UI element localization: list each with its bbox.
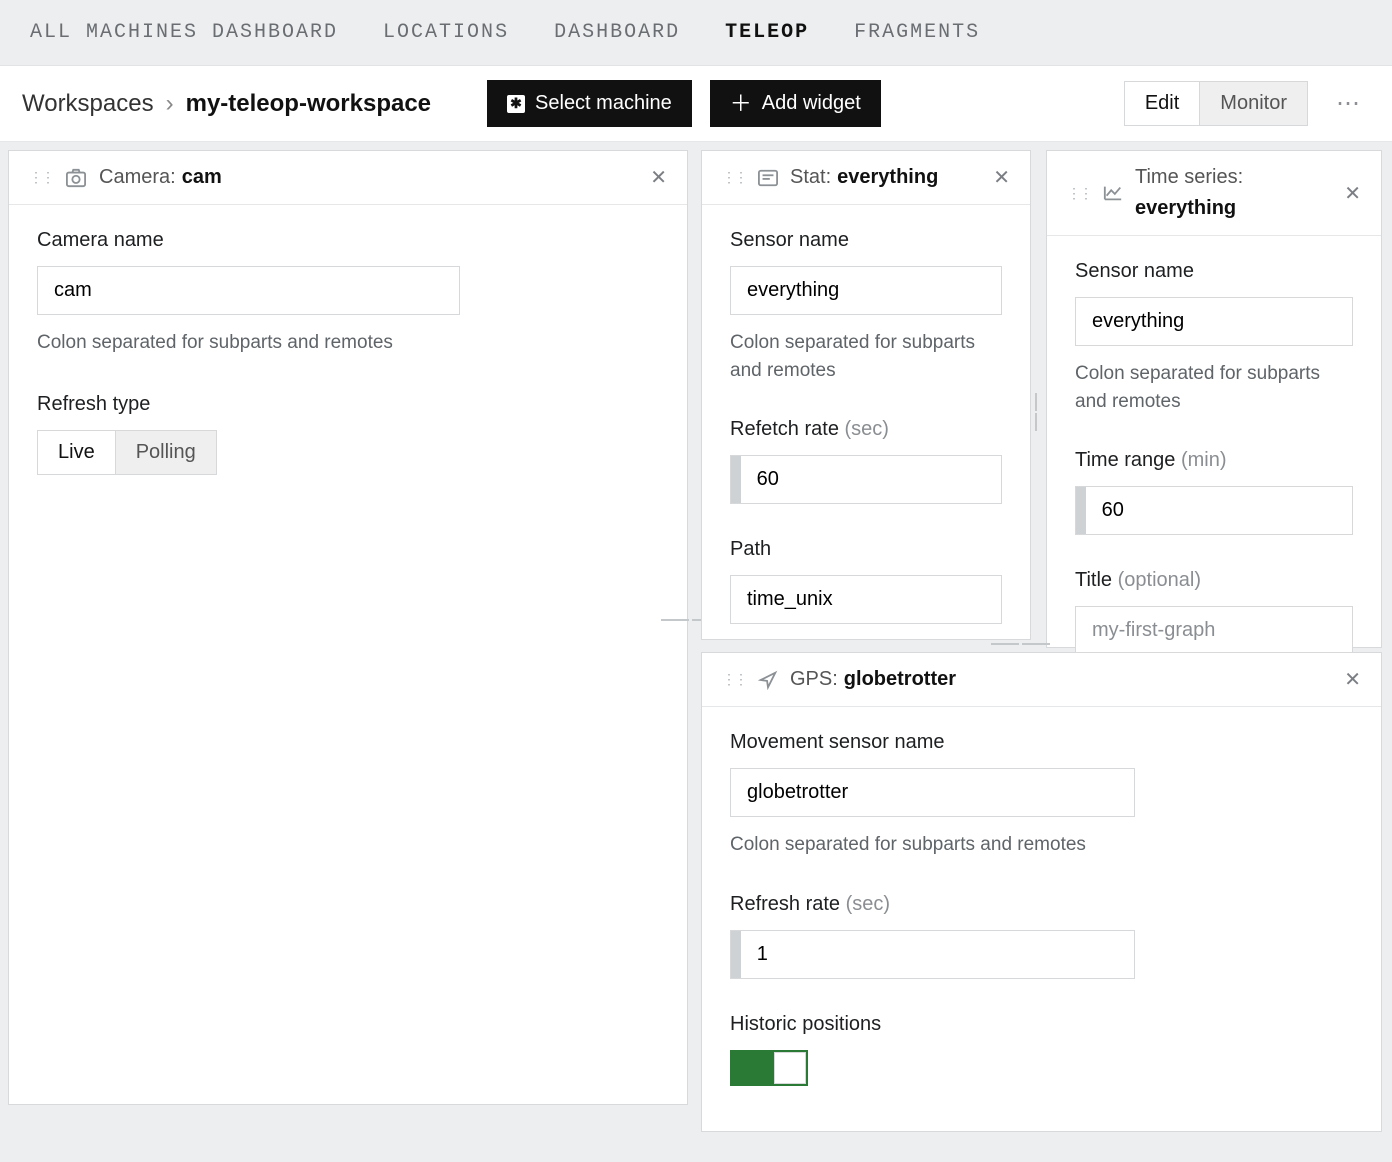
resize-handle-vertical[interactable] xyxy=(1033,387,1039,437)
stat-icon xyxy=(758,169,778,187)
camera-widget-body: Camera name Colon separated for subparts… xyxy=(9,205,687,499)
camera-widget-header: ⋮⋮ Camera: cam ✕ xyxy=(9,151,687,205)
gps-widget-body: Movement sensor name Colon separated for… xyxy=(702,707,1381,1110)
nav-all-machines[interactable]: ALL MACHINES DASHBOARD xyxy=(30,21,338,44)
edit-mode-button[interactable]: Edit xyxy=(1125,82,1199,125)
stat-rate-label: Refetch rate (sec) xyxy=(730,418,1002,441)
gps-widget-header: ⋮⋮ GPS: globetrotter ✕ xyxy=(702,653,1381,707)
refresh-type-label: Refresh type xyxy=(37,393,659,416)
select-machine-label: Select machine xyxy=(535,92,672,115)
input-accent-bar xyxy=(1076,487,1086,534)
historic-positions-toggle[interactable] xyxy=(730,1050,808,1086)
drag-handle-icon[interactable]: ⋮⋮ xyxy=(29,169,53,186)
close-icon[interactable]: ✕ xyxy=(650,165,667,190)
stat-widget: ⋮⋮ Stat: everything ✕ Sensor name Colon … xyxy=(701,150,1031,640)
more-menu-icon[interactable]: ⋯ xyxy=(1326,89,1370,118)
input-accent-bar xyxy=(731,931,741,978)
camera-widget-title: Camera: cam xyxy=(99,166,222,189)
input-accent-bar xyxy=(731,456,741,503)
stat-name-label: Sensor name xyxy=(730,229,1002,252)
nav-locations[interactable]: LOCATIONS xyxy=(383,21,509,44)
stat-path-input[interactable] xyxy=(730,575,1002,624)
timeseries-widget-header: ⋮⋮ Time series: everything ✕ xyxy=(1047,151,1381,236)
refresh-type-toggle: Live Polling xyxy=(37,430,217,475)
gps-rate-input-wrapper xyxy=(730,930,1135,979)
ts-name-help: Colon separated for subparts and remotes xyxy=(1075,360,1353,415)
timeseries-widget-body: Sensor name Colon separated for subparts… xyxy=(1047,236,1381,679)
stat-widget-header: ⋮⋮ Stat: everything ✕ xyxy=(702,151,1030,205)
mode-toggle: Edit Monitor xyxy=(1124,81,1308,126)
camera-name-input[interactable] xyxy=(37,266,460,315)
add-widget-label: Add widget xyxy=(762,92,861,115)
nav-fragments[interactable]: FRAGMENTS xyxy=(854,21,980,44)
chart-icon xyxy=(1103,184,1123,202)
drag-handle-icon[interactable]: ⋮⋮ xyxy=(722,671,746,688)
add-widget-button[interactable]: ＋ Add widget xyxy=(710,80,881,127)
gps-historic-label: Historic positions xyxy=(730,1013,1353,1036)
stat-rate-input[interactable] xyxy=(741,456,1001,503)
gps-name-label: Movement sensor name xyxy=(730,731,1353,754)
stat-rate-input-wrapper xyxy=(730,455,1002,504)
header-bar: Workspaces › my-teleop-workspace ✱ Selec… xyxy=(0,66,1392,142)
stat-path-label: Path xyxy=(730,538,1002,561)
ts-title-label: Title (optional) xyxy=(1075,569,1353,592)
nav-teleop[interactable]: TELEOP xyxy=(725,21,809,44)
stat-widget-body: Sensor name Colon separated for subparts… xyxy=(702,205,1030,648)
gps-rate-label: Refresh rate (sec) xyxy=(730,893,1353,916)
breadcrumb-separator: › xyxy=(166,90,174,118)
refresh-polling-button[interactable]: Polling xyxy=(115,431,216,474)
gps-widget-title: GPS: globetrotter xyxy=(790,668,956,691)
toggle-knob xyxy=(774,1052,806,1084)
location-arrow-icon xyxy=(758,670,778,690)
ts-name-input[interactable] xyxy=(1075,297,1353,346)
gps-name-input[interactable] xyxy=(730,768,1135,817)
drag-handle-icon[interactable]: ⋮⋮ xyxy=(1067,185,1091,202)
close-icon[interactable]: ✕ xyxy=(1344,667,1361,692)
close-icon[interactable]: ✕ xyxy=(1344,181,1361,206)
select-machine-button[interactable]: ✱ Select machine xyxy=(487,80,692,127)
ts-range-input[interactable] xyxy=(1086,487,1352,534)
gps-widget: ⋮⋮ GPS: globetrotter ✕ Movement sensor n… xyxy=(701,652,1382,1132)
top-nav: ALL MACHINES DASHBOARD LOCATIONS DASHBOA… xyxy=(0,0,1392,66)
gps-rate-input[interactable] xyxy=(741,931,1134,978)
camera-name-label: Camera name xyxy=(37,229,659,252)
stat-widget-title: Stat: everything xyxy=(790,166,938,189)
timeseries-widget-title: Time series: everything xyxy=(1135,165,1243,221)
breadcrumb-root[interactable]: Workspaces xyxy=(22,90,154,118)
camera-widget: ⋮⋮ Camera: cam ✕ Camera name Colon separ… xyxy=(8,150,688,1105)
drag-handle-icon[interactable]: ⋮⋮ xyxy=(722,169,746,186)
camera-name-help: Colon separated for subparts and remotes xyxy=(37,329,659,357)
breadcrumb-current: my-teleop-workspace xyxy=(186,90,431,118)
ts-name-label: Sensor name xyxy=(1075,260,1353,283)
ts-title-input[interactable] xyxy=(1075,606,1353,655)
workspace: ⋮⋮ Camera: cam ✕ Camera name Colon separ… xyxy=(0,142,1392,1162)
monitor-mode-button[interactable]: Monitor xyxy=(1199,82,1307,125)
select-machine-icon: ✱ xyxy=(507,95,525,113)
gps-name-help: Colon separated for subparts and remotes xyxy=(730,831,1353,859)
stat-name-help: Colon separated for subparts and remotes xyxy=(730,329,1002,384)
close-icon[interactable]: ✕ xyxy=(993,165,1010,190)
resize-handle-horizontal[interactable] xyxy=(985,641,1055,647)
timeseries-widget: ⋮⋮ Time series: everything ✕ Sensor name… xyxy=(1046,150,1382,648)
refresh-live-button[interactable]: Live xyxy=(38,431,115,474)
ts-range-label: Time range (min) xyxy=(1075,449,1353,472)
plus-icon: ＋ xyxy=(730,93,752,115)
breadcrumb: Workspaces › my-teleop-workspace xyxy=(22,90,431,118)
ts-range-input-wrapper xyxy=(1075,486,1353,535)
camera-icon xyxy=(65,168,87,188)
stat-name-input[interactable] xyxy=(730,266,1002,315)
nav-dashboard[interactable]: DASHBOARD xyxy=(554,21,680,44)
